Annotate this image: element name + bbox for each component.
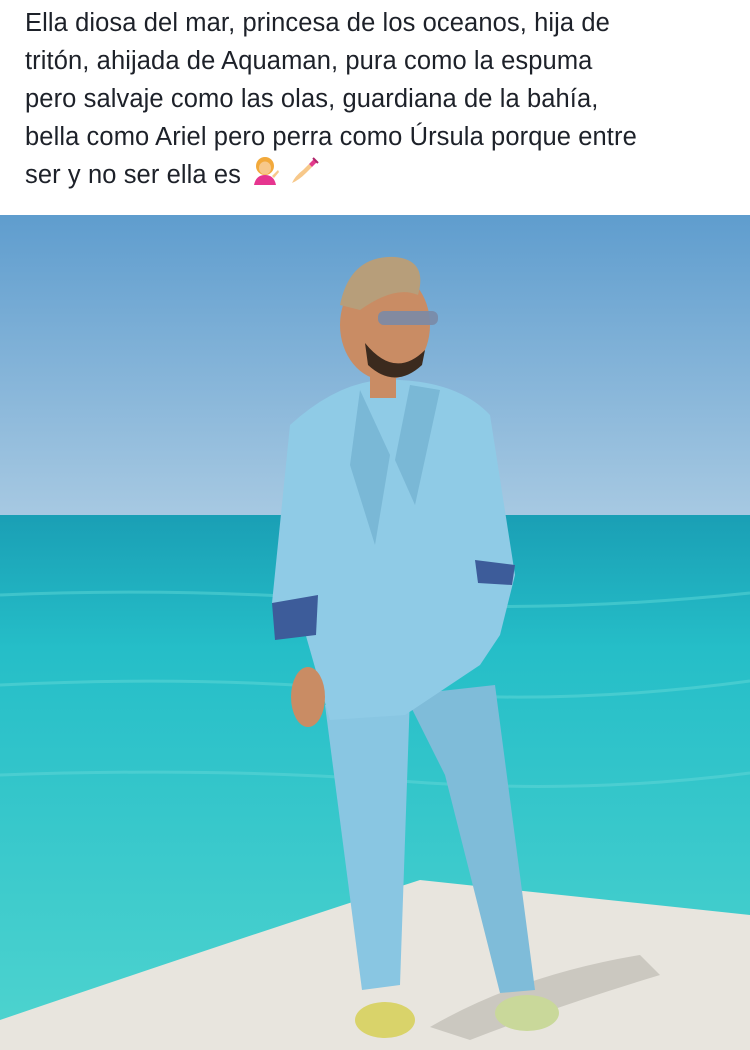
- caption-line-last: ser y no ser ella es: [25, 156, 730, 197]
- post: Ella diosa del mar, princesa de los ocea…: [0, 0, 750, 1050]
- post-caption: Ella diosa del mar, princesa de los ocea…: [25, 4, 730, 197]
- caption-line: bella como Ariel pero perra como Úrsula …: [25, 123, 637, 151]
- person-tipping-hand-emoji: [250, 156, 280, 197]
- caption-line: Ella diosa del mar, princesa de los ocea…: [25, 9, 610, 37]
- post-photo[interactable]: [0, 215, 750, 1050]
- caption-line: pero salvaje como las olas, guardiana de…: [25, 85, 599, 113]
- caption-line: tritón, ahijada de Aquaman, pura como la…: [25, 47, 593, 75]
- nail-polish-emoji: [289, 156, 320, 197]
- caption-line: ser y no ser ella es: [25, 161, 242, 190]
